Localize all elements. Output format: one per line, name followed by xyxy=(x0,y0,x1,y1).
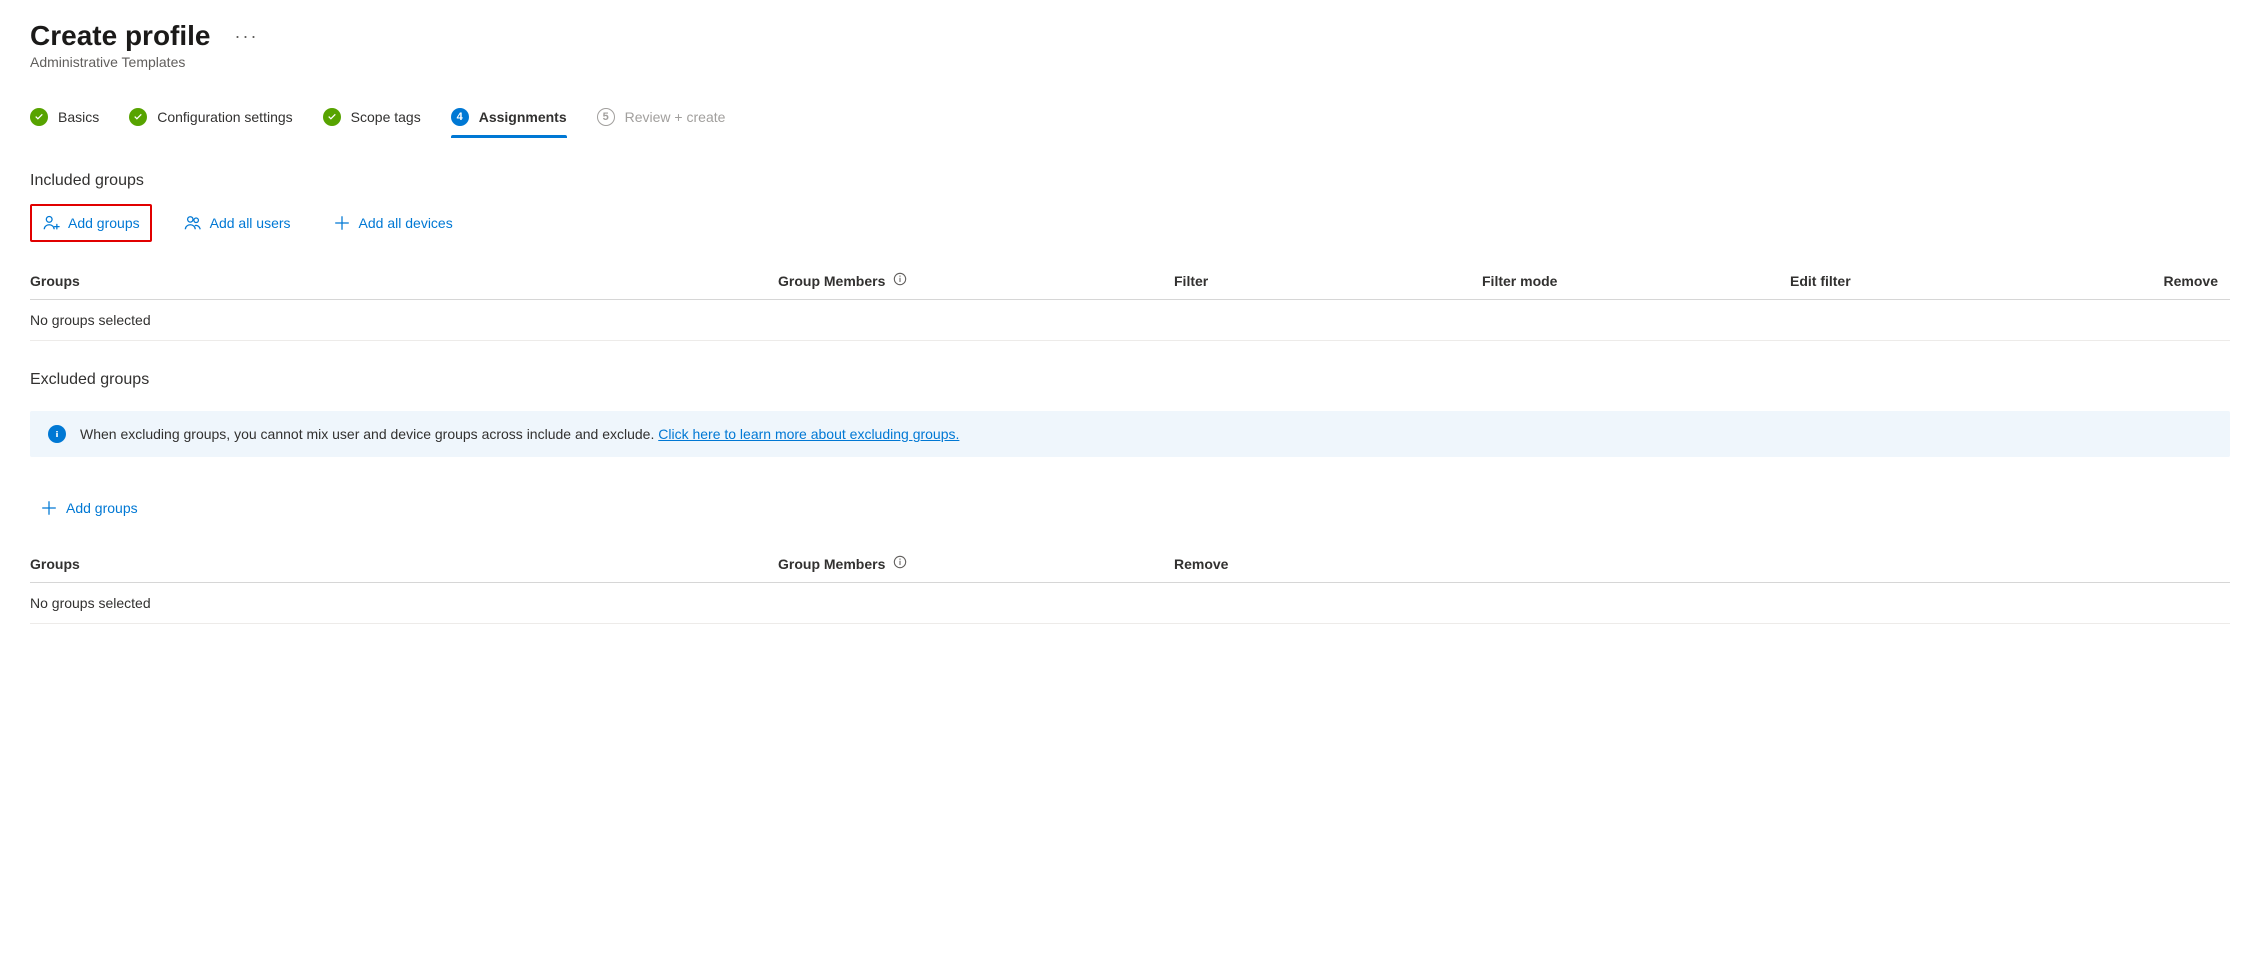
step-number-icon: 4 xyxy=(451,108,469,126)
table-row: No groups selected xyxy=(30,300,2230,341)
col-edit-filter: Edit filter xyxy=(1790,262,2076,300)
col-filter-mode: Filter mode xyxy=(1482,262,1790,300)
add-all-users-button[interactable]: Add all users xyxy=(174,206,301,240)
add-groups-button[interactable]: Add groups xyxy=(30,204,152,242)
info-banner: When excluding groups, you cannot mix us… xyxy=(30,411,2230,457)
check-icon xyxy=(323,108,341,126)
tab-label: Review + create xyxy=(625,109,726,125)
page-title: Create profile xyxy=(30,20,211,52)
learn-more-link[interactable]: Click here to learn more about excluding… xyxy=(658,426,959,442)
tab-scope-tags[interactable]: Scope tags xyxy=(323,108,421,138)
more-actions-button[interactable]: ··· xyxy=(231,27,263,45)
info-icon[interactable] xyxy=(889,272,907,286)
col-groups: Groups xyxy=(30,545,778,583)
col-remove: Remove xyxy=(1174,545,2230,583)
included-toolbar: Add groups Add all users Add all devices xyxy=(30,204,2230,242)
check-icon xyxy=(30,108,48,126)
col-group-members: Group Members xyxy=(778,545,1174,583)
empty-state: No groups selected xyxy=(30,300,2230,341)
excluded-groups-table: Groups Group Members Remove No groups se… xyxy=(30,545,2230,624)
tab-label: Scope tags xyxy=(351,109,421,125)
button-label: Add groups xyxy=(68,215,140,231)
plus-icon xyxy=(333,214,351,232)
add-all-devices-button[interactable]: Add all devices xyxy=(323,206,463,240)
button-label: Add all devices xyxy=(359,215,453,231)
plus-icon xyxy=(40,499,58,517)
included-groups-heading: Included groups xyxy=(30,172,2230,190)
tab-label: Assignments xyxy=(479,109,567,125)
check-icon xyxy=(129,108,147,126)
col-filter: Filter xyxy=(1174,262,1482,300)
tab-label: Basics xyxy=(58,109,99,125)
tab-label: Configuration settings xyxy=(157,109,292,125)
col-remove: Remove xyxy=(2076,262,2230,300)
col-groups: Groups xyxy=(30,262,778,300)
tab-assignments[interactable]: 4 Assignments xyxy=(451,108,567,138)
button-label: Add groups xyxy=(66,500,138,516)
step-number-icon: 5 xyxy=(597,108,615,126)
tab-basics[interactable]: Basics xyxy=(30,108,99,138)
info-icon[interactable] xyxy=(889,555,907,569)
empty-state: No groups selected xyxy=(30,583,2230,624)
info-banner-text: When excluding groups, you cannot mix us… xyxy=(80,426,959,442)
wizard-tabs: Basics Configuration settings Scope tags… xyxy=(30,108,2230,138)
page-subtitle: Administrative Templates xyxy=(30,54,2230,70)
excluded-groups-heading: Excluded groups xyxy=(30,371,2230,389)
tab-review-create[interactable]: 5 Review + create xyxy=(597,108,726,138)
button-label: Add all users xyxy=(210,215,291,231)
included-groups-table: Groups Group Members Filter Filter mode … xyxy=(30,262,2230,341)
col-group-members: Group Members xyxy=(778,262,1174,300)
add-excluded-groups-button[interactable]: Add groups xyxy=(30,491,148,525)
tab-configuration-settings[interactable]: Configuration settings xyxy=(129,108,292,138)
info-icon xyxy=(48,425,66,443)
person-add-icon xyxy=(42,214,60,232)
people-icon xyxy=(184,214,202,232)
table-row: No groups selected xyxy=(30,583,2230,624)
